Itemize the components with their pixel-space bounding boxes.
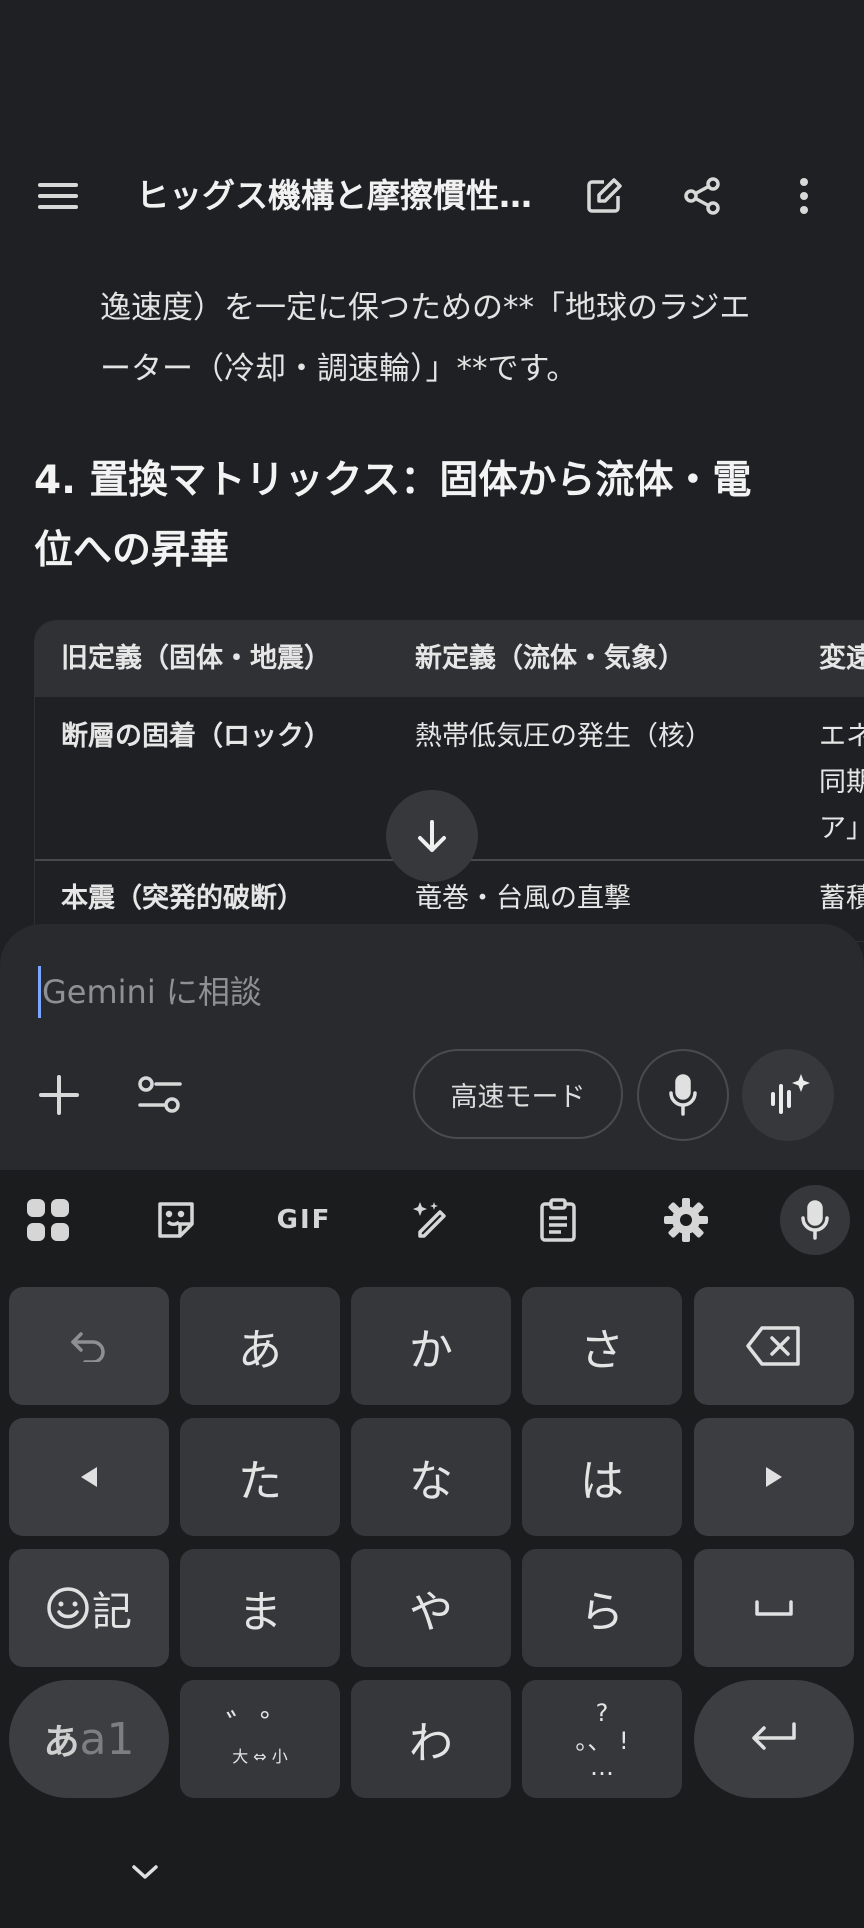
key-ha[interactable]: は — [522, 1418, 682, 1536]
space-key[interactable] — [694, 1549, 854, 1667]
tools-sliders-icon[interactable] — [138, 1074, 182, 1120]
share-icon[interactable] — [676, 170, 728, 222]
gif-button[interactable]: GIF — [272, 1190, 336, 1250]
punctuation-label: 。、 ! — [575, 1727, 629, 1755]
key-wa[interactable]: わ — [351, 1680, 511, 1798]
enter-icon — [752, 1722, 796, 1750]
triangle-left-icon — [81, 1467, 97, 1487]
heading-line: 4. 置換マトリックス：固体から流体・電 — [34, 458, 752, 503]
paragraph-line: 逸速度）を一定に保つための**「地球のラジエ — [100, 290, 751, 326]
key-ra[interactable]: ら — [522, 1549, 682, 1667]
input-mode-toggle-key[interactable]: あ a1 — [9, 1680, 169, 1798]
magic-pen-icon[interactable] — [402, 1190, 462, 1250]
keyboard-mic-button[interactable] — [780, 1185, 850, 1255]
table-header-cell: 変遠 — [819, 643, 864, 674]
sticker-icon[interactable] — [146, 1190, 206, 1250]
key-ma[interactable]: ま — [180, 1549, 340, 1667]
live-voice-button[interactable] — [742, 1049, 834, 1141]
undo-key[interactable] — [9, 1287, 169, 1405]
mic-icon — [669, 1074, 697, 1116]
table-cell: 熱帯低気圧の発生（核） — [415, 721, 712, 752]
paragraph-line: ーター（冷却・調速輪）」**です。 — [100, 351, 578, 387]
replacement-matrix-table[interactable]: 旧定義（固体・地震） 新定義（流体・気象） 変遠 断層の固着（ロック） 熱帯低気… — [34, 620, 864, 942]
backspace-icon — [746, 1326, 800, 1366]
question-label: ? — [595, 1699, 609, 1727]
backspace-key[interactable] — [694, 1287, 854, 1405]
menu-icon[interactable] — [32, 170, 84, 222]
apps-grid-icon[interactable] — [18, 1190, 78, 1250]
punctuation-key[interactable]: ? 。、 ! … — [522, 1680, 682, 1798]
voice-input-button[interactable] — [637, 1049, 729, 1141]
ellipsis-label: … — [590, 1753, 614, 1781]
mic-icon — [801, 1200, 829, 1240]
clipboard-icon[interactable] — [528, 1190, 588, 1250]
dakuten-size-key[interactable]: ゛゜ 大 ⇔ 小 — [180, 1680, 340, 1798]
enter-key[interactable] — [694, 1680, 854, 1798]
key-sa[interactable]: さ — [522, 1287, 682, 1405]
fast-mode-button[interactable]: 高速モード — [413, 1049, 623, 1139]
table-cell: 本震（突発的破断） — [61, 883, 304, 914]
mode-kana-label: あ — [43, 1722, 80, 1763]
scroll-to-bottom-button[interactable] — [386, 790, 478, 882]
hide-keyboard-chevron-icon[interactable] — [130, 1862, 160, 1886]
key-ka[interactable]: か — [351, 1287, 511, 1405]
sparkle-waveform-icon — [771, 1074, 810, 1114]
cursor-left-key[interactable] — [9, 1418, 169, 1536]
settings-gear-icon[interactable] — [656, 1190, 716, 1250]
key-na[interactable]: な — [351, 1418, 511, 1536]
table-cell: 断層の固着（ロック） — [61, 721, 331, 752]
space-icon — [755, 1600, 793, 1616]
table-header-cell: 新定義（流体・気象） — [415, 643, 685, 674]
cursor-right-key[interactable] — [694, 1418, 854, 1536]
new-chat-edit-icon[interactable] — [578, 170, 630, 222]
prompt-panel — [0, 924, 864, 1170]
table-cell: エネ — [819, 721, 864, 752]
symbols-label: 記 — [92, 1589, 132, 1635]
chat-title[interactable]: ヒッグス機構と摩擦慣性… — [136, 172, 536, 220]
table-cell: 蓄積 — [819, 883, 864, 914]
add-attachment-icon[interactable] — [38, 1074, 80, 1120]
key-ta[interactable]: た — [180, 1418, 340, 1536]
prompt-input[interactable]: Gemini に相談 — [42, 966, 262, 1018]
key-ya[interactable]: や — [351, 1549, 511, 1667]
triangle-right-icon — [766, 1467, 782, 1487]
undo-icon — [71, 1332, 105, 1362]
table-cell: ア」 — [819, 813, 864, 844]
table-cell: 同期 — [819, 767, 864, 798]
response-paragraph: 逸速度）を一定に保つための**「地球のラジエ ーター（冷却・調速輪）」**です。 — [100, 278, 820, 400]
size-toggle-label: 大 ⇔ 小 — [232, 1747, 288, 1766]
arrow-down-icon — [418, 820, 446, 852]
text-caret — [38, 966, 41, 1018]
heading-line: 位への昇華 — [34, 528, 230, 573]
more-options-icon[interactable] — [778, 170, 830, 222]
dakuten-label: ゛゜ — [226, 1708, 294, 1748]
smiley-icon — [47, 1587, 89, 1629]
section-heading: 4. 置換マトリックス：固体から流体・電 位への昇華 — [34, 446, 834, 586]
key-a[interactable]: あ — [180, 1287, 340, 1405]
table-cell: 竜巻・台風の直撃 — [415, 883, 631, 914]
table-header-cell: 旧定義（固体・地震） — [61, 643, 331, 674]
emoji-symbols-key[interactable]: 記 — [9, 1549, 169, 1667]
mode-alpha-label: a1 — [79, 1713, 135, 1765]
